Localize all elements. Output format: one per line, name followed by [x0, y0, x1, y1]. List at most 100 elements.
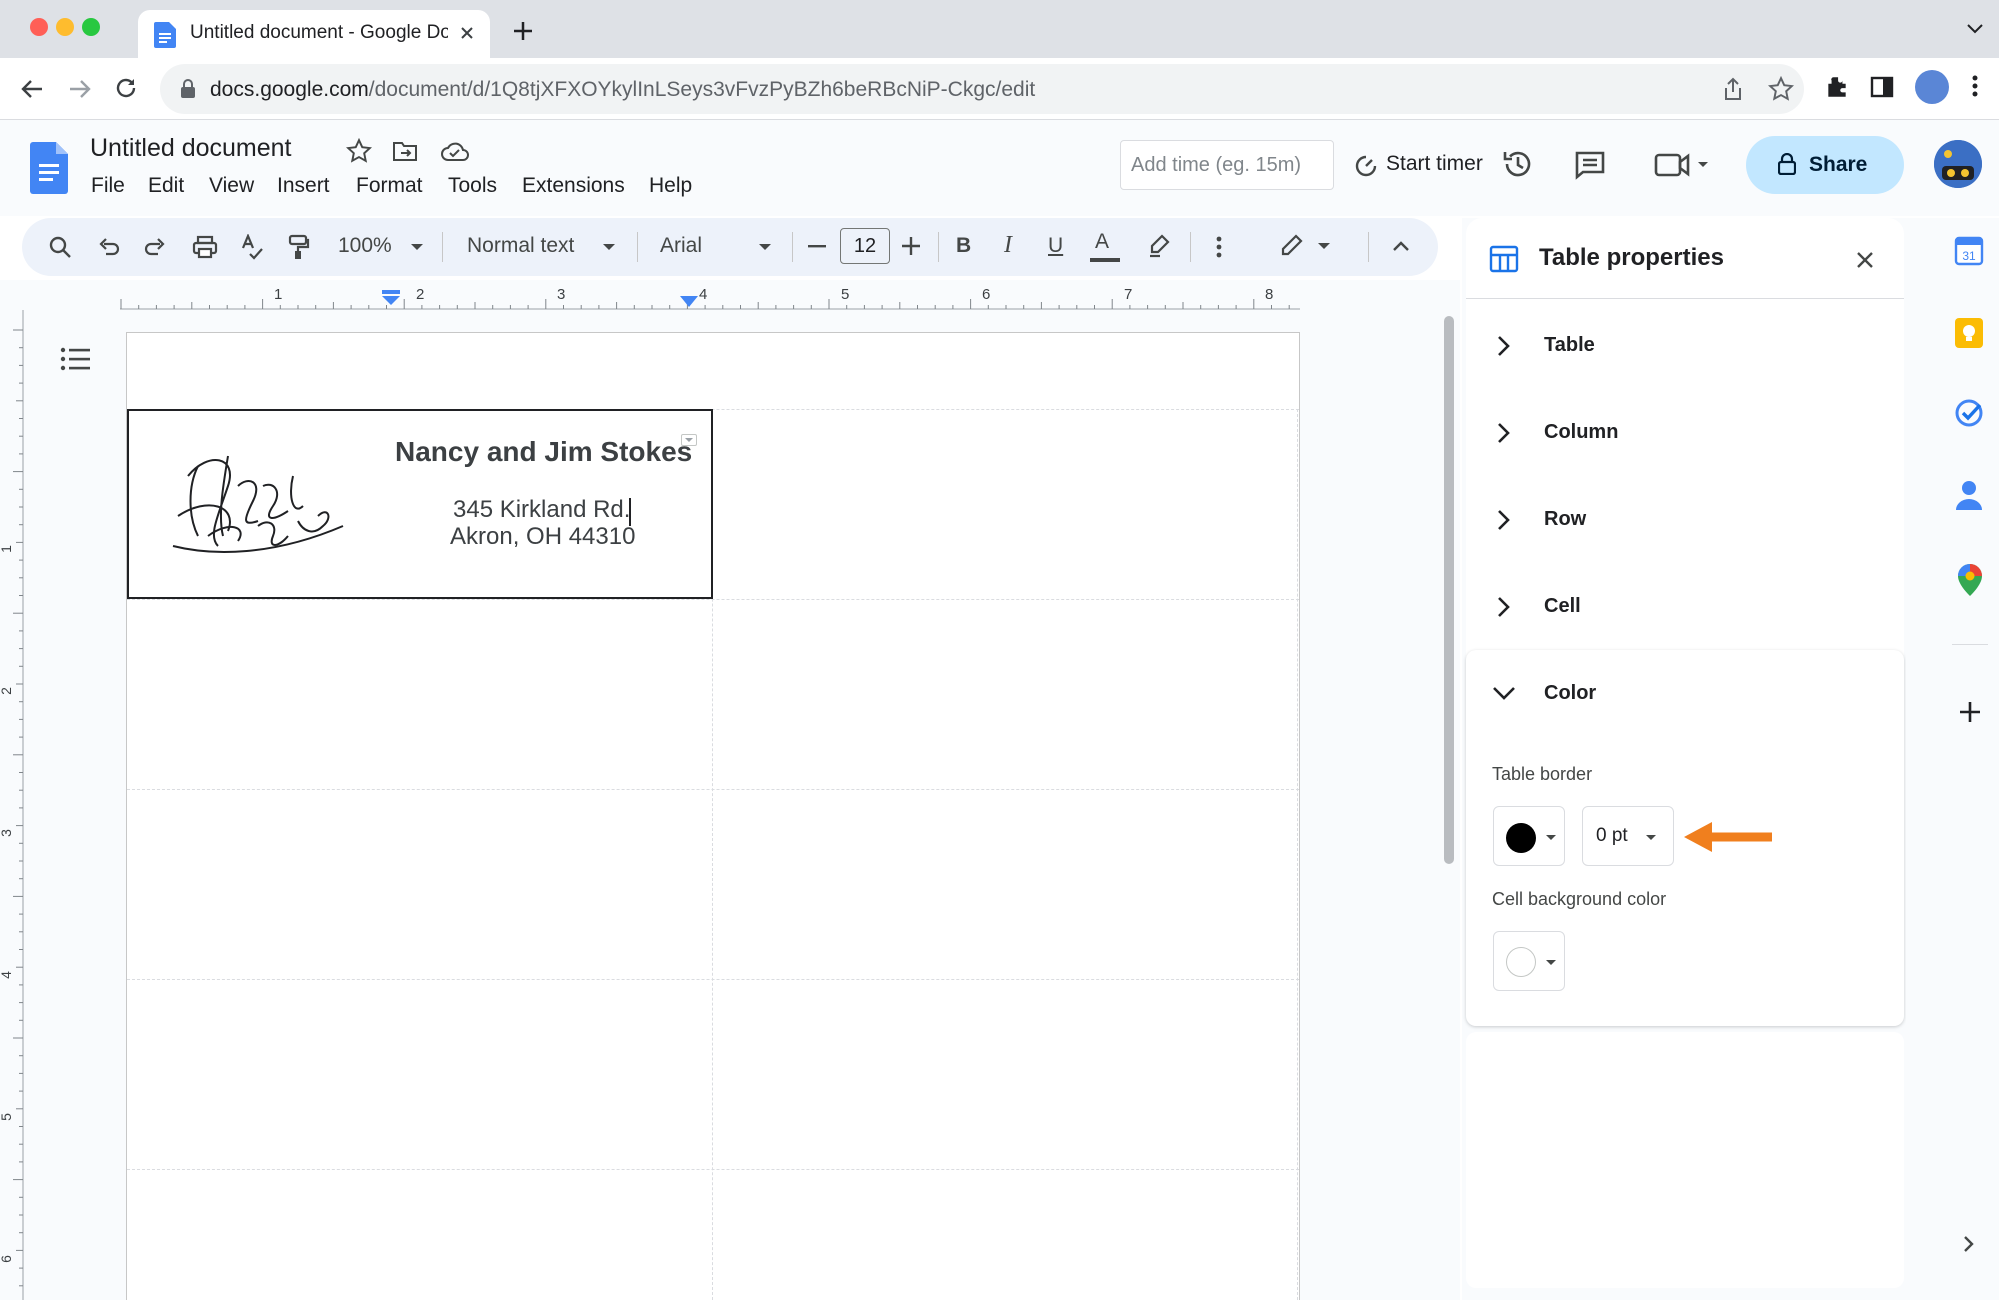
reload-icon[interactable]	[114, 76, 138, 100]
contacts-icon[interactable]	[1956, 480, 1982, 510]
toolbar-divider	[1368, 232, 1369, 262]
cell-background-label: Cell background color	[1492, 889, 1667, 909]
font-select[interactable]: Arial	[660, 234, 702, 258]
close-panel-icon[interactable]	[1856, 251, 1874, 269]
menu-extensions[interactable]: Extensions	[522, 174, 625, 198]
account-avatar[interactable]	[1934, 140, 1982, 188]
underline-button[interactable]: U	[1048, 234, 1063, 258]
side-panel-icon[interactable]	[1870, 76, 1894, 98]
hide-menus-chevron-icon[interactable]	[1392, 240, 1410, 252]
profile-avatar-icon[interactable]	[1915, 70, 1949, 104]
add-addon-icon[interactable]	[1958, 700, 1982, 724]
extensions-icon[interactable]	[1824, 74, 1850, 100]
dropdown-arrow-icon	[1545, 959, 1557, 966]
document-title[interactable]: Untitled document	[90, 134, 292, 163]
menu-help[interactable]: Help	[649, 174, 692, 198]
font-dropdown-icon[interactable]	[758, 243, 772, 251]
star-icon[interactable]	[346, 138, 372, 164]
meet-camera-icon[interactable]	[1654, 152, 1710, 178]
section-color-label[interactable]: Color	[1544, 682, 1596, 705]
border-color-picker[interactable]	[1493, 806, 1565, 866]
browser-tab[interactable]: Untitled document - Google Docs	[138, 10, 490, 58]
table-gridline	[127, 979, 1299, 980]
start-timer-button[interactable]: Start timer	[1386, 152, 1483, 176]
border-width-select[interactable]: 0 pt	[1582, 806, 1674, 866]
zoom-select[interactable]: 100%	[338, 234, 392, 258]
share-page-icon[interactable]	[1722, 77, 1744, 101]
decrease-font-size-icon[interactable]	[808, 245, 826, 249]
right-indent-marker-icon[interactable]	[680, 296, 698, 308]
docs-logo-icon[interactable]	[30, 142, 68, 194]
menu-view[interactable]: View	[209, 174, 254, 198]
increase-font-size-icon[interactable]	[902, 237, 920, 255]
share-button[interactable]: Share	[1746, 136, 1904, 194]
ruler-mark-4: 4	[699, 286, 708, 303]
italic-button[interactable]: I	[1004, 232, 1012, 259]
lock-icon[interactable]	[180, 79, 196, 99]
close-window-button[interactable]	[30, 18, 48, 36]
cell-menu-chevron-icon[interactable]	[681, 434, 697, 446]
editing-mode-pencil-icon[interactable]	[1280, 234, 1340, 258]
chevron-down-icon[interactable]	[1492, 686, 1516, 700]
docs-favicon-icon	[154, 22, 176, 48]
minimize-window-button[interactable]	[56, 18, 74, 36]
cloud-saved-icon[interactable]	[440, 140, 470, 162]
label-recipient-name[interactable]: Nancy and Jim Stokes	[395, 436, 692, 468]
redo-icon[interactable]	[144, 236, 166, 258]
expand-rail-chevron-icon[interactable]	[1962, 1234, 1976, 1254]
document-outline-icon[interactable]	[60, 346, 90, 372]
chrome-menu-icon[interactable]	[1972, 74, 1978, 98]
menu-edit[interactable]: Edit	[148, 174, 184, 198]
highlight-pen-icon[interactable]	[1148, 234, 1170, 258]
undo-icon[interactable]	[98, 236, 120, 258]
forward-icon[interactable]	[68, 78, 92, 100]
print-icon[interactable]	[192, 235, 218, 259]
label-address-line2[interactable]: Akron, OH 44310	[450, 523, 635, 551]
bookmark-star-icon[interactable]	[1768, 76, 1794, 102]
timer-icon[interactable]	[1354, 154, 1378, 178]
lock-icon	[1778, 153, 1796, 175]
spellcheck-icon[interactable]	[240, 234, 264, 260]
menu-insert[interactable]: Insert	[277, 174, 330, 198]
paragraph-style-select[interactable]: Normal text	[467, 234, 574, 258]
tab-list-chevron-icon[interactable]	[1966, 22, 1984, 36]
move-folder-icon[interactable]	[392, 140, 418, 162]
back-icon[interactable]	[20, 78, 44, 100]
omnibox[interactable]: docs.google.com/document/d/1Q8tjXFXOYkyl…	[160, 64, 1804, 114]
text-color-button[interactable]: A	[1095, 230, 1109, 254]
maximize-window-button[interactable]	[82, 18, 100, 36]
search-menus-icon[interactable]	[48, 235, 72, 259]
bold-button[interactable]: B	[956, 234, 971, 258]
horizontal-ruler[interactable]	[120, 284, 1300, 312]
table-gridline	[127, 599, 1299, 600]
paint-format-icon[interactable]	[288, 234, 310, 260]
zoom-dropdown-icon[interactable]	[410, 243, 424, 251]
maps-icon[interactable]	[1958, 564, 1982, 596]
more-options-icon[interactable]	[1216, 236, 1222, 258]
document-scrollbar[interactable]	[1444, 316, 1454, 864]
text-cursor	[629, 498, 631, 526]
version-history-icon[interactable]	[1502, 148, 1534, 180]
font-size-input[interactable]: 12	[840, 228, 890, 264]
toolbar-divider	[1190, 232, 1191, 262]
tab-title: Untitled document - Google Docs	[190, 22, 448, 43]
menu-file[interactable]: File	[91, 174, 125, 198]
keep-icon[interactable]	[1954, 317, 1984, 349]
vruler-mark-2: 2	[0, 687, 14, 695]
close-tab-icon[interactable]	[458, 24, 476, 42]
cell-background-color-picker[interactable]	[1493, 931, 1565, 991]
menu-format[interactable]: Format	[356, 174, 423, 198]
tasks-icon[interactable]	[1954, 398, 1984, 428]
left-indent-marker-icon[interactable]	[380, 290, 402, 306]
add-time-input[interactable]: Add time (eg. 15m)	[1120, 140, 1334, 190]
ruler-mark-5: 5	[841, 286, 850, 303]
vertical-ruler[interactable]	[0, 310, 26, 1300]
style-dropdown-icon[interactable]	[602, 243, 616, 251]
new-tab-icon[interactable]	[512, 20, 534, 42]
comments-icon[interactable]	[1574, 150, 1606, 180]
menu-tools[interactable]: Tools	[448, 174, 497, 198]
url-text[interactable]: docs.google.com/document/d/1Q8tjXFXOYkyl…	[210, 78, 1035, 102]
calendar-icon[interactable]: 31	[1954, 236, 1984, 266]
label-address-line1[interactable]: 345 Kirkland Rd.	[453, 496, 630, 524]
border-color-swatch	[1506, 823, 1536, 853]
